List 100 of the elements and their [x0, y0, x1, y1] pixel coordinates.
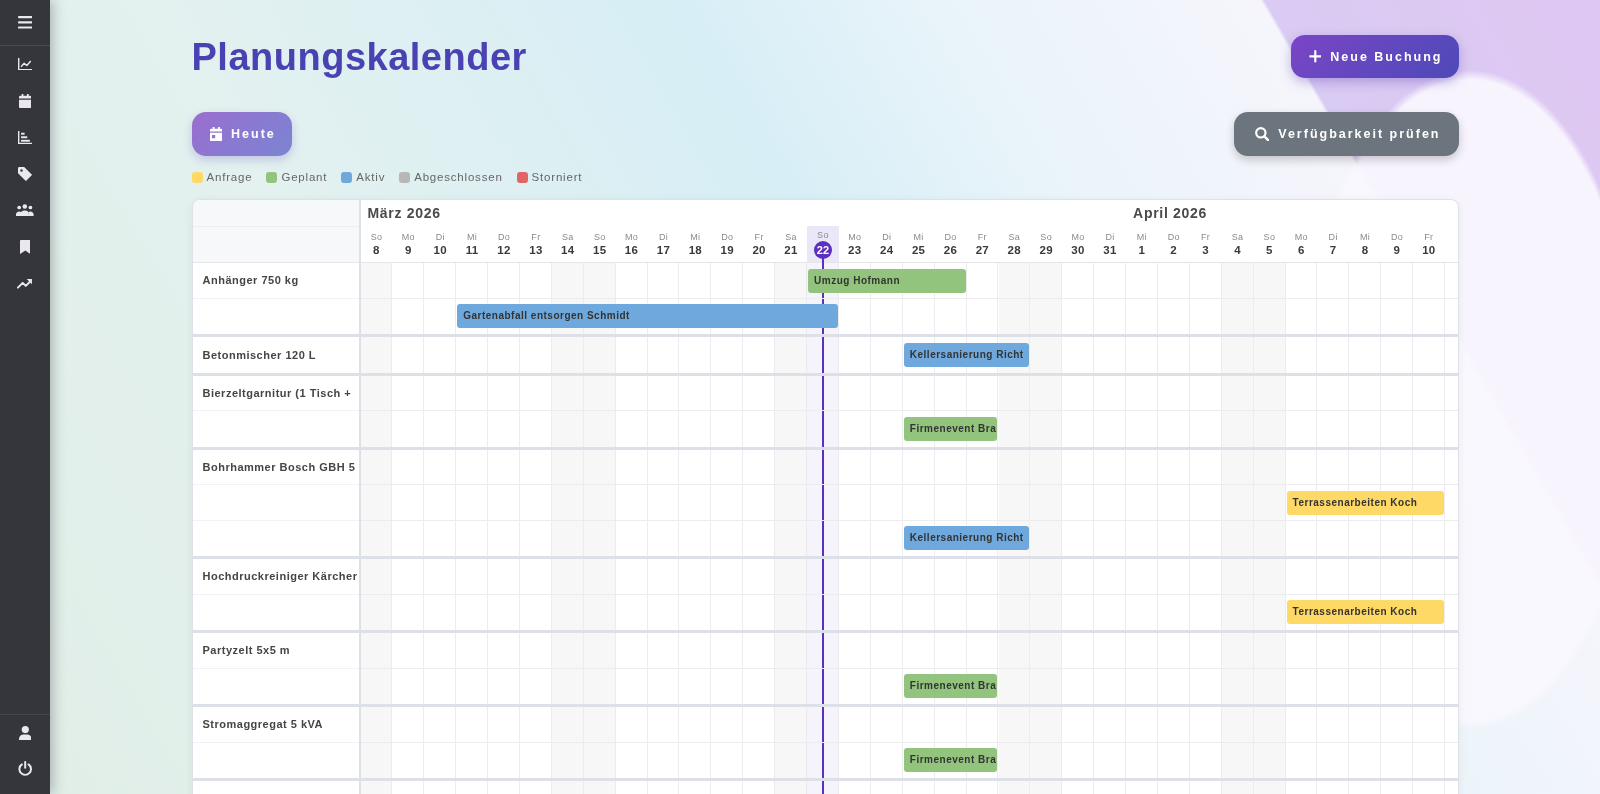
day-number: 12: [497, 242, 511, 257]
day-number: 16: [624, 242, 639, 257]
new-booking-button[interactable]: Neue Buchung: [1290, 35, 1459, 78]
weekday-label: Di: [882, 231, 892, 242]
booking-bar[interactable]: Firmenevent Bra: [903, 748, 998, 772]
day-number: 10: [1422, 242, 1436, 257]
day-number: 3: [1202, 242, 1209, 257]
weekday-label: Di: [658, 231, 668, 242]
booking-bar[interactable]: Kellersanierung Richt: [903, 342, 1030, 367]
day-number: 5: [1266, 242, 1273, 257]
day-number: 30: [1071, 242, 1085, 257]
weekday-label: Mi: [1136, 231, 1147, 242]
booking-bar[interactable]: Firmenevent Bra: [903, 416, 998, 441]
weekday-label: Mo: [625, 231, 639, 242]
weekday-label: Mi: [1360, 231, 1371, 242]
search-icon: [1254, 126, 1270, 142]
day-number: 8: [1361, 242, 1369, 257]
weekday-label: Mo: [1294, 231, 1308, 242]
day-number: 25: [911, 242, 926, 257]
weekday-label: Sa: [562, 231, 574, 242]
resource-name: Bohrhammer Bosch GBH 5: [202, 460, 356, 473]
weekday-label: Mi: [690, 231, 701, 242]
legend-label: Storniert: [531, 170, 583, 184]
weekday-label: Di: [1105, 231, 1115, 242]
today-button[interactable]: Heute: [191, 112, 292, 156]
weekday-label: So: [817, 229, 829, 240]
day-number: 15: [592, 242, 607, 257]
booking-bar[interactable]: Terrassenarbeiten Koch: [1286, 490, 1445, 515]
weekday-label: Do: [497, 231, 511, 242]
resource-name: Bierzeltgarnitur (1 Tisch +: [202, 386, 352, 399]
day-number: 14: [561, 242, 575, 257]
legend-label: Anfrage: [206, 170, 253, 184]
booking-bar[interactable]: Firmenevent Bra: [903, 674, 998, 698]
resource-name: Stromaggregat 5 kVA: [202, 718, 324, 731]
people-icon[interactable]: [16, 204, 34, 217]
month-label: März 2026: [367, 205, 441, 221]
day-number: 13: [529, 242, 543, 257]
weekday-label: Fr: [531, 231, 541, 242]
day-number: 28: [1007, 242, 1021, 257]
booking-bar[interactable]: Kellersanierung Richt: [903, 526, 1030, 550]
bar-chart-icon[interactable]: [17, 130, 33, 144]
day-number: 24: [880, 242, 894, 257]
day-number: 18: [688, 242, 703, 257]
weekday-label: Di: [1328, 231, 1338, 242]
day-number: 27: [975, 242, 990, 257]
weekday-label: Do: [721, 231, 734, 242]
calendar-icon: [209, 126, 223, 142]
weekday-label: Mo: [401, 231, 415, 242]
weekday-label: Fr: [977, 231, 987, 242]
day-number: 22: [813, 240, 832, 259]
calendar-icon[interactable]: [18, 93, 32, 108]
legend-label: Aktiv: [356, 170, 386, 184]
user-icon[interactable]: [18, 725, 32, 741]
day-number: 1: [1138, 242, 1146, 257]
weekday-label: Fr: [1201, 231, 1211, 242]
line-chart-icon[interactable]: [17, 58, 33, 71]
day-number: 9: [1393, 242, 1401, 257]
weekday-label: So: [1263, 231, 1276, 242]
plus-icon: [1308, 50, 1322, 63]
day-number: 8: [373, 242, 380, 257]
weekday-label: Do: [1390, 231, 1403, 242]
resource-name: Betonmischer 120 L: [202, 348, 317, 361]
day-number: 9: [405, 242, 412, 257]
day-number: 31: [1103, 242, 1117, 257]
day-number: 11: [465, 242, 479, 257]
weekday-label: So: [1040, 231, 1052, 242]
booking-bar[interactable]: Umzug Hofmann: [808, 268, 966, 293]
day-number: 20: [752, 242, 766, 257]
weekday-label: Fr: [1424, 231, 1434, 242]
day-number: 23: [848, 242, 862, 257]
menu-icon[interactable]: [17, 16, 33, 29]
weekday-label: Mi: [913, 231, 924, 242]
booking-bar[interactable]: Terrassenarbeiten Koch: [1286, 600, 1445, 624]
day-number: 6: [1297, 242, 1305, 257]
resource-name: Anhänger 750 kg: [202, 274, 299, 287]
weekday-label: Fr: [754, 231, 764, 242]
resource-name: Partyzelt 5x5 m: [202, 644, 291, 657]
weekday-label: Sa: [1231, 231, 1244, 242]
weekday-label: Sa: [785, 231, 797, 242]
booking-bar[interactable]: Gartenabfall entsorgen Schmidt: [457, 304, 838, 328]
legend-label: Geplant: [281, 170, 328, 184]
day-number: 4: [1234, 242, 1241, 257]
resource-name: Hochdruckreiniger Kärcher: [202, 570, 358, 583]
weekday-label: Do: [944, 231, 957, 242]
page-title: Planungskalender: [191, 37, 527, 76]
day-number: 2: [1170, 242, 1178, 257]
weekday-label: So: [593, 231, 606, 242]
weekday-label: Mo: [1071, 231, 1085, 242]
trend-up-icon[interactable]: [17, 277, 33, 289]
day-number: 21: [784, 242, 798, 257]
bookmark-icon[interactable]: [19, 239, 31, 254]
day-number: 29: [1039, 242, 1053, 257]
power-icon[interactable]: [17, 761, 33, 777]
weekday-label: Mo: [848, 231, 862, 242]
tag-icon[interactable]: [17, 166, 33, 181]
weekday-label: Mi: [467, 231, 478, 242]
availability-button[interactable]: Verfügbarkeit prüfen: [1233, 112, 1459, 156]
weekday-label: Sa: [1008, 231, 1021, 242]
day-number: 26: [943, 242, 958, 257]
day-number: 7: [1329, 242, 1337, 257]
